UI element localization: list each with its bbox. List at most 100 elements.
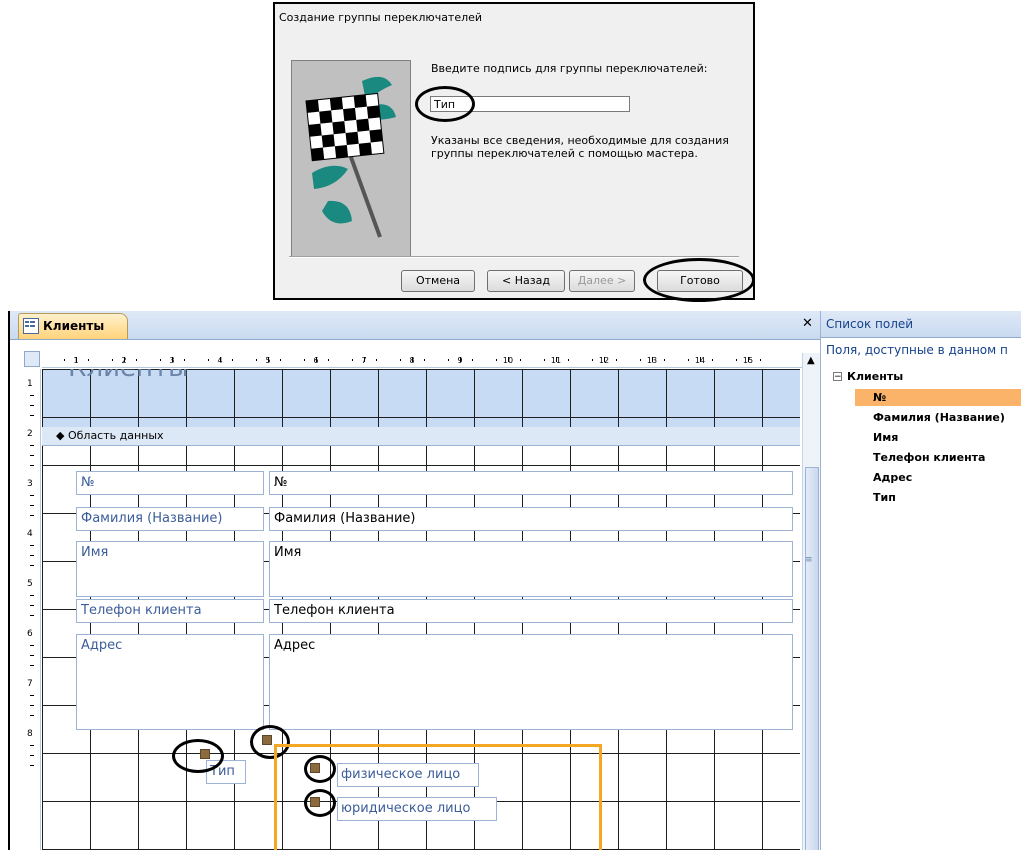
ruler-tick [30, 765, 34, 766]
ruler-tick [328, 359, 329, 361]
option-group-caption[interactable]: Тип [206, 760, 246, 784]
ruler-tick [316, 357, 317, 362]
ruler-tick [112, 359, 113, 361]
ruler-tick [30, 545, 34, 546]
ruler-tick [30, 465, 34, 466]
ruler-tick [30, 745, 34, 746]
ruler-tick [30, 555, 34, 556]
ruler-tick [592, 359, 593, 361]
field-item[interactable]: Тип [855, 489, 1021, 506]
ruler-tick [256, 359, 257, 361]
field-textbox[interactable]: Имя [269, 541, 793, 597]
vertical-ruler: 1 2 3 4 5 6 7 8 [24, 369, 41, 850]
ruler-tick [568, 359, 569, 361]
field-label[interactable]: Телефон клиента [76, 599, 264, 623]
ruler-tick [616, 359, 617, 361]
field-label[interactable]: Адрес [76, 634, 264, 730]
ruler-tick [700, 357, 701, 362]
detail-section-bar[interactable]: ◆ Область данных [42, 427, 800, 446]
ruler-tick [30, 695, 34, 696]
ruler-label: 1 [27, 379, 33, 389]
ruler-tick [268, 357, 269, 362]
ruler-tick [400, 359, 401, 361]
ruler-tick [88, 359, 89, 361]
field-item[interactable]: № [855, 389, 1021, 406]
group-frame-handle[interactable] [262, 735, 272, 745]
scroll-thumb[interactable] [805, 467, 819, 850]
field-textbox[interactable]: Адрес [269, 634, 793, 730]
ruler-tick [736, 359, 737, 361]
ruler-tick [208, 359, 209, 361]
field-item[interactable]: Телефон клиента [855, 449, 1021, 466]
next-button[interactable]: Далее > [569, 270, 635, 292]
ruler-tick [160, 359, 161, 361]
field-item[interactable]: Имя [855, 429, 1021, 446]
field-list-title-bar: Список полей [821, 311, 1021, 338]
finish-button[interactable]: Готово [657, 270, 743, 292]
vertical-scrollbar[interactable]: ▲ ≡ [802, 353, 821, 850]
ruler-tick [712, 359, 713, 361]
field-textbox[interactable]: Телефон клиента [269, 599, 793, 623]
checkered-flag-icon [291, 60, 411, 258]
field-textbox[interactable]: № [269, 471, 793, 495]
ruler-tick [30, 495, 34, 496]
option-button-icon[interactable] [310, 797, 320, 807]
ruler-tick [352, 359, 353, 361]
scroll-up-icon[interactable]: ▲ [807, 355, 815, 366]
back-button[interactable]: < Назад [487, 270, 565, 292]
field-label[interactable]: № [76, 471, 264, 495]
group-label-handle[interactable] [200, 749, 210, 759]
option-button-icon[interactable] [310, 763, 320, 773]
ruler-tick [472, 359, 473, 361]
caption-prompt: Введите подпись для группы переключателе… [431, 62, 708, 75]
collapse-icon[interactable]: − [833, 372, 842, 382]
ruler-tick [30, 655, 34, 656]
field-label[interactable]: Фамилия (Название) [76, 507, 264, 531]
ruler-tick [30, 715, 34, 716]
ruler-tick [640, 359, 641, 361]
ruler-tick [30, 405, 34, 406]
ruler-label: 3 [27, 479, 33, 489]
ruler-tick [760, 359, 761, 361]
ruler-tick [30, 755, 34, 756]
form-header-title[interactable]: Клиенты [68, 369, 189, 383]
ruler-tick [664, 359, 665, 361]
ruler-tick [30, 515, 34, 516]
dialog-title: Создание группы переключателей [279, 11, 483, 24]
ruler-tick [30, 615, 34, 616]
ruler-tick [496, 359, 497, 361]
ruler-tick [136, 359, 137, 361]
design-grid[interactable]: Клиенты ◆ Область данных № № Фамилия (На… [42, 369, 800, 850]
form-designer: Клиенты ✕ 123456789101112131415 1 2 3 4 5 6 7 8… [8, 311, 822, 850]
ruler-label: 5 [27, 579, 33, 589]
ruler-tick [30, 645, 34, 646]
ruler-tick [304, 359, 305, 361]
table-node[interactable]: Клиенты [847, 370, 903, 383]
ruler-tick [520, 359, 521, 361]
horizontal-ruler: 123456789101112131415 [42, 353, 812, 368]
tab-clients[interactable]: Клиенты [18, 313, 128, 339]
ruler-tick [280, 359, 281, 361]
ruler-tick [448, 359, 449, 361]
field-label[interactable]: Имя [76, 541, 264, 597]
option-label[interactable]: физическое лицо [337, 763, 479, 787]
field-item[interactable]: Адрес [855, 469, 1021, 486]
ruler-tick [30, 505, 34, 506]
ruler-corner[interactable] [24, 351, 40, 367]
field-item[interactable]: Фамилия (Название) [855, 409, 1021, 426]
ruler-tick [544, 359, 545, 361]
ruler-tick [364, 357, 365, 362]
ruler-label: 6 [27, 629, 33, 639]
option-label[interactable]: юридическое лицо [337, 797, 497, 821]
info-text: Указаны все сведения, необходимые для со… [431, 134, 729, 160]
ruler-tick [652, 357, 653, 362]
cancel-button[interactable]: Отмена [401, 270, 475, 292]
ruler-tick [64, 359, 65, 361]
field-textbox[interactable]: Фамилия (Название) [269, 507, 793, 531]
ruler-label: 4 [27, 529, 33, 539]
close-icon[interactable]: ✕ [802, 316, 813, 331]
caption-input[interactable] [430, 96, 630, 112]
ruler-tick [232, 359, 233, 361]
ruler-tick [424, 359, 425, 361]
ruler-tick [30, 705, 34, 706]
